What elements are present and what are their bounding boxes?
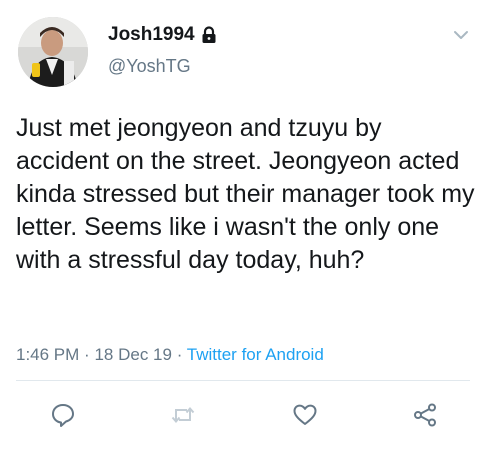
tweet-source-link[interactable]: Twitter for Android [187,345,324,364]
heart-icon [292,402,318,428]
reply-icon [50,402,76,428]
display-name[interactable]: Josh1994 [108,24,195,46]
like-button[interactable] [292,402,318,428]
reply-button[interactable] [50,402,76,428]
retweet-button[interactable] [170,402,196,428]
tweet-text: Just met jeongyeon and tzuyu by accident… [16,114,475,274]
tweet-card: Josh1994 @YoshTG Just met jeongyeon and … [0,0,486,452]
share-button[interactable] [412,402,438,428]
divider [16,380,470,381]
meta-separator: · [84,345,90,364]
meta-separator-2: · [176,345,183,364]
share-icon [412,402,438,428]
retweet-icon [170,402,196,428]
avatar[interactable] [18,17,88,87]
lock-icon [201,26,217,44]
tweet-time: 1:46 PM [16,345,80,364]
name-row: Josh1994 [108,24,217,46]
action-bar [0,402,486,428]
user-handle[interactable]: @YoshTG [108,56,191,77]
tweet-date: 18 Dec 19 [94,345,172,364]
tweet-meta: 1:46 PM · 18 Dec 19 · Twitter for Androi… [16,345,324,365]
chevron-down-icon[interactable] [452,26,470,44]
